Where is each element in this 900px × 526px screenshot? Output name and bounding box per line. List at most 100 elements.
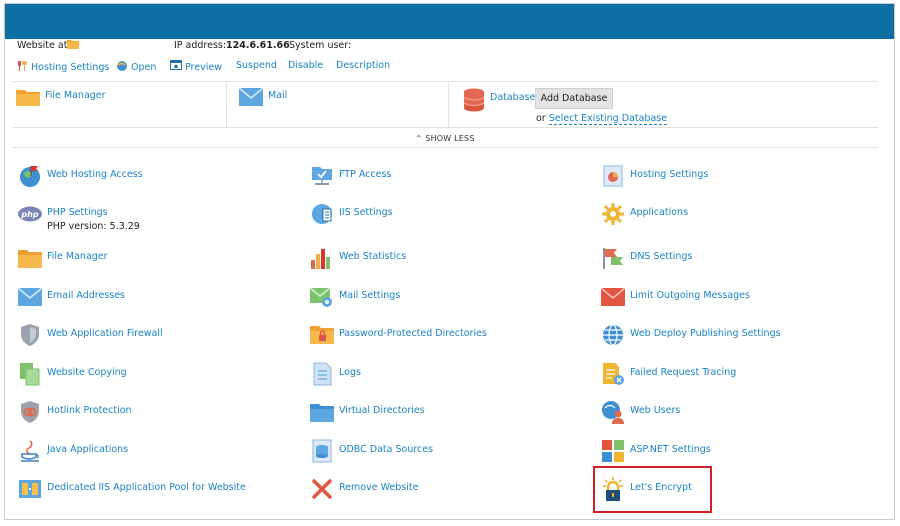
description-link[interactable]: Description — [336, 60, 390, 71]
web-hosting-access-icon — [18, 164, 42, 188]
shield-icon — [18, 323, 42, 347]
hotlink-shield-icon — [18, 400, 42, 424]
hosting-settings-link[interactable]: Hosting Settings — [16, 60, 109, 75]
mail-settings-icon — [310, 285, 334, 309]
quick-access: File Manager Mail Databases Add Database… — [12, 81, 878, 128]
applications-item[interactable]: Applications — [601, 202, 688, 226]
failed-request-tracing-item[interactable]: Failed Request Tracing — [601, 362, 736, 386]
virtual-directories-item[interactable]: Virtual Directories — [310, 400, 425, 424]
database-icon — [463, 88, 485, 115]
description-label: Description — [336, 60, 391, 71]
database-icon — [310, 439, 334, 463]
suspend-link[interactable]: Suspend — [236, 60, 277, 71]
web-application-firewall-item[interactable]: Web Application Firewall — [18, 323, 163, 347]
iis-settings-item[interactable]: IIS Settings — [310, 202, 393, 226]
system-user-label: System user: — [289, 40, 352, 51]
windows-icon — [601, 439, 625, 463]
applications-label: Applications — [630, 207, 689, 218]
php-settings-item[interactable]: php PHP Settings PHP version: 5.3.29 — [18, 202, 140, 234]
locked-folder-icon — [310, 323, 334, 347]
tools-icon — [16, 60, 28, 75]
quick-file-manager-label: File Manager — [45, 90, 106, 101]
preview-link[interactable]: Preview — [170, 60, 222, 74]
gear-icon — [601, 202, 625, 226]
website-copying-label: Website Copying — [47, 367, 127, 378]
ip-address-label: IP address: — [174, 40, 227, 51]
dns-settings-label: DNS Settings — [630, 251, 693, 262]
web-hosting-access-label: Web Hosting Access — [47, 169, 143, 180]
file-manager-item[interactable]: File Manager — [18, 246, 108, 270]
copy-icon — [18, 362, 42, 386]
password-protected-dirs-item[interactable]: Password-Protected Directories — [310, 323, 487, 347]
envelope-icon — [18, 285, 42, 309]
limit-outgoing-messages-label: Limit Outgoing Messages — [630, 290, 750, 301]
quick-file-manager[interactable]: File Manager — [16, 88, 106, 109]
logs-icon — [310, 362, 334, 386]
folder-icon — [18, 246, 42, 270]
remove-website-item[interactable]: Remove Website — [310, 477, 418, 501]
envelope-icon — [238, 87, 264, 109]
quick-mail[interactable]: Mail — [238, 87, 288, 109]
failed-request-tracing-label: Failed Request Tracing — [630, 367, 737, 378]
folder-icon — [16, 88, 40, 109]
virtual-directories-label: Virtual Directories — [339, 405, 425, 416]
preview-label: Preview — [185, 61, 222, 73]
add-database-button[interactable]: Add Database — [535, 88, 613, 109]
globe-icon — [116, 60, 128, 75]
iis-icon — [310, 202, 334, 226]
open-link[interactable]: Open — [116, 60, 156, 75]
select-existing-database-link[interactable]: Select Existing Database — [548, 113, 668, 125]
header-bar — [5, 4, 894, 39]
disable-link[interactable]: Disable — [288, 60, 323, 71]
java-icon — [18, 439, 42, 463]
remove-website-label: Remove Website — [339, 482, 419, 493]
web-hosting-access-item[interactable]: Web Hosting Access — [18, 164, 143, 188]
logs-item[interactable]: Logs — [310, 362, 361, 386]
web-users-icon — [601, 400, 625, 424]
dns-settings-item[interactable]: DNS Settings — [601, 246, 692, 270]
ip-address-value: 124.6.61.66 — [226, 40, 290, 51]
hosting-settings-label: Hosting Settings — [31, 62, 110, 73]
quick-databases[interactable]: Databases — [463, 88, 540, 115]
website-copying-item[interactable]: Website Copying — [18, 362, 127, 386]
lets-encrypt-highlight-box — [593, 466, 712, 513]
web-deploy-publishing-label: Web Deploy Publishing Settings — [630, 328, 781, 339]
ftp-access-item[interactable]: FTP Access — [310, 164, 391, 188]
web-statistics-label: Web Statistics — [339, 251, 407, 262]
open-label: Open — [131, 62, 157, 73]
web-deploy-publishing-item[interactable]: Web Deploy Publishing Settings — [601, 323, 781, 347]
odbc-data-sources-item[interactable]: ODBC Data Sources — [310, 439, 433, 463]
show-less-toggle[interactable]: ⌃ SHOW LESS — [12, 129, 878, 148]
website-actions: Hosting Settings Open Preview Suspend Di… — [12, 60, 872, 76]
file-manager-label: File Manager — [47, 251, 108, 262]
quick-mail-label: Mail — [268, 90, 288, 101]
limit-outgoing-messages-item[interactable]: Limit Outgoing Messages — [601, 285, 750, 309]
php-icon: php — [18, 202, 42, 226]
folder-icon[interactable] — [67, 39, 79, 52]
app-pool-icon — [18, 477, 42, 501]
asp-net-settings-item[interactable]: ASP.NET Settings — [601, 439, 711, 463]
mail-settings-item[interactable]: Mail Settings — [310, 285, 400, 309]
show-less-label: SHOW LESS — [425, 133, 475, 143]
iis-settings-label: IIS Settings — [339, 207, 393, 218]
password-protected-dirs-label: Password-Protected Directories — [339, 328, 487, 339]
web-deploy-globe-icon — [601, 323, 625, 347]
php-settings-label: PHP Settings — [47, 207, 108, 218]
dedicated-iis-app-pool-item[interactable]: Dedicated IIS Application Pool for Websi… — [18, 477, 246, 501]
web-statistics-item[interactable]: Web Statistics — [310, 246, 406, 270]
website-info: Website at IP address: 124.6.61.66 Syste… — [13, 40, 873, 54]
email-addresses-item[interactable]: Email Addresses — [18, 285, 125, 309]
web-users-item[interactable]: Web Users — [601, 400, 680, 424]
hotlink-protection-item[interactable]: Hotlink Protection — [18, 400, 132, 424]
odbc-data-sources-label: ODBC Data Sources — [339, 444, 434, 455]
preview-icon — [170, 60, 182, 74]
web-application-firewall-label: Web Application Firewall — [47, 328, 163, 339]
java-applications-item[interactable]: Java Applications — [18, 439, 128, 463]
folder-blue-icon — [310, 400, 334, 424]
disable-label: Disable — [288, 60, 324, 71]
hosting-settings-label: Hosting Settings — [630, 169, 709, 180]
hosting-settings-item[interactable]: Hosting Settings — [601, 164, 708, 188]
select-existing-database: or Select Existing Database — [536, 113, 668, 125]
ftp-access-label: FTP Access — [339, 169, 392, 180]
ftp-icon — [310, 164, 334, 188]
